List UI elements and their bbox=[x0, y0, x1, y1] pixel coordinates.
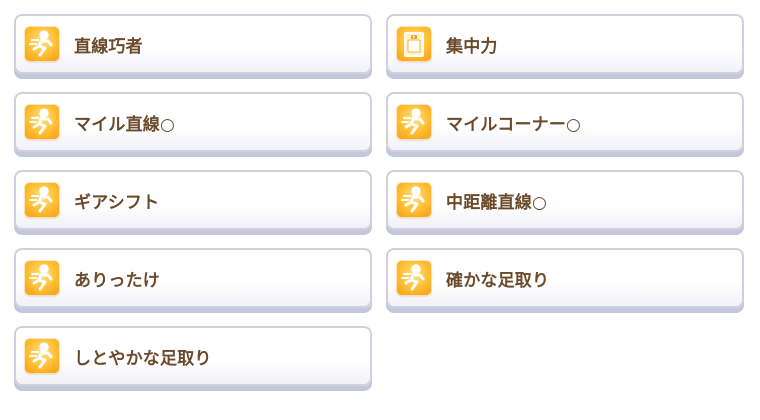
skill-card[interactable]: マイルコーナー○ bbox=[386, 92, 744, 152]
runner-speed-icon bbox=[396, 104, 432, 140]
skill-card[interactable]: 確かな足取り bbox=[386, 248, 744, 308]
skill-card[interactable]: 直線巧者 bbox=[14, 14, 372, 74]
skill-card[interactable]: 中距離直線○ bbox=[386, 170, 744, 230]
starting-gate-icon bbox=[396, 26, 432, 62]
skill-grid: 直線巧者 集中力 マイル直線○ マイルコーナー○ ギアシフト 中距離直線○ あり… bbox=[14, 14, 744, 386]
skill-label: 確かな足取り bbox=[446, 270, 550, 291]
skill-label: ありったけ bbox=[74, 270, 160, 291]
skill-card[interactable]: しとやかな足取り bbox=[14, 326, 372, 386]
skill-label: ギアシフト bbox=[74, 192, 160, 213]
skill-label: 中距離直線○ bbox=[446, 192, 548, 213]
skill-card[interactable]: 集中力 bbox=[386, 14, 744, 74]
skill-label: 直線巧者 bbox=[74, 36, 143, 57]
skill-label: マイル直線○ bbox=[74, 114, 176, 135]
skill-label: しとやかな足取り bbox=[74, 348, 212, 369]
runner-speed-icon bbox=[24, 338, 60, 374]
runner-speed-icon bbox=[396, 182, 432, 218]
skill-label: マイルコーナー○ bbox=[446, 114, 582, 135]
skill-card[interactable]: ありったけ bbox=[14, 248, 372, 308]
runner-speed-icon bbox=[396, 260, 432, 296]
runner-speed-icon bbox=[24, 260, 60, 296]
skill-label: 集中力 bbox=[446, 36, 498, 57]
skill-card[interactable]: マイル直線○ bbox=[14, 92, 372, 152]
skill-card[interactable]: ギアシフト bbox=[14, 170, 372, 230]
runner-speed-icon bbox=[24, 182, 60, 218]
runner-speed-icon bbox=[24, 26, 60, 62]
runner-speed-icon bbox=[24, 104, 60, 140]
